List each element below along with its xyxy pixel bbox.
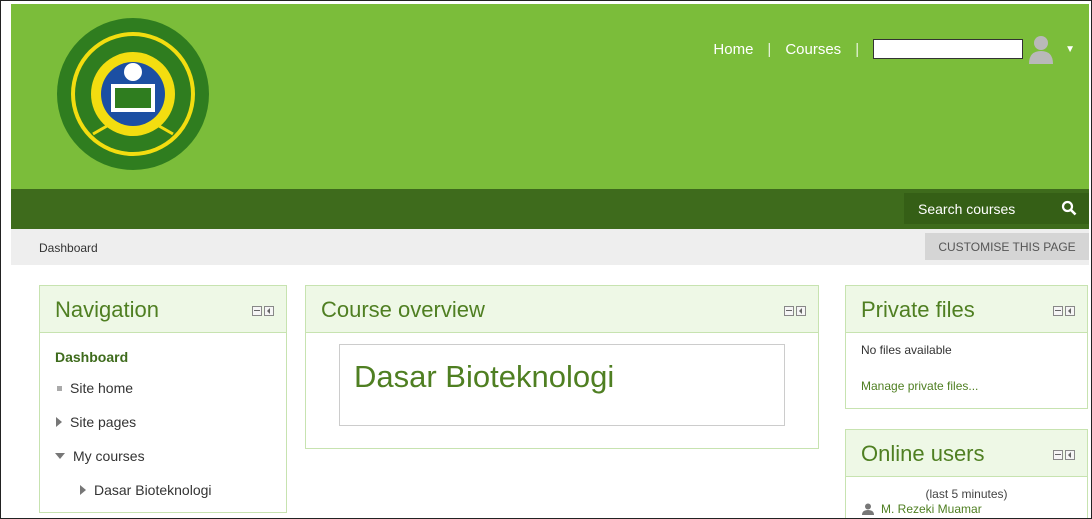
search-label: Search courses [918,200,1016,217]
block-controls [784,306,806,316]
browser-frame: Home | Courses | ▼ Search courses Dashbo… [0,0,1092,519]
collapse-arrow-icon [55,453,65,459]
online-period-text: (last 5 minutes) [925,487,1008,501]
nav-item-dashboard[interactable]: Dashboard [55,343,271,371]
block-title: Private files [861,297,975,322]
search-bar: Search courses [11,189,1089,229]
breadcrumb-bar: Dashboard CUSTOMISE THIS PAGE [11,229,1089,265]
block-header: Online users [846,430,1087,477]
bullet-icon [57,385,62,391]
course-card[interactable]: Dasar Bioteknologi [339,344,785,426]
online-users-body: (last 5 minutes) M. Rezeki Muamar [846,477,1087,518]
manage-private-files-link[interactable]: Manage private files... [861,379,978,393]
navigation-list: Dashboard Site home Site pages My course… [40,333,286,517]
block-header: Navigation [40,286,286,333]
private-files-block: Private files No files available Manage … [845,285,1088,409]
minimize-icon[interactable] [252,306,262,316]
minimize-icon[interactable] [784,306,794,316]
nav-separator: | [767,40,772,58]
block-title: Course overview [321,297,485,322]
dock-icon[interactable] [796,306,806,316]
top-navigation: Home | Courses | ▼ [713,34,1075,64]
online-users-block: Online users (last 5 minutes) M. Rezeki … [845,429,1088,518]
minimize-icon[interactable] [1053,306,1063,316]
block-controls [1053,450,1075,460]
expand-arrow-icon [56,417,62,427]
search-courses-button[interactable]: Search courses [904,193,1089,224]
nav-item-label: My courses [73,448,145,464]
dock-icon[interactable] [1065,450,1075,460]
nav-item-site-home[interactable]: Site home [55,371,271,405]
nav-separator: | [855,40,860,58]
private-files-body: No files available Manage private files.… [846,333,1087,425]
university-logo[interactable] [53,14,213,174]
search-icon [1061,200,1077,216]
course-title-link[interactable]: Dasar Bioteknologi [354,359,614,395]
home-link[interactable]: Home [713,41,753,58]
user-avatar-icon[interactable] [1027,34,1055,64]
dock-icon[interactable] [264,306,274,316]
nav-item-label: Dashboard [55,349,129,365]
nav-item-course[interactable]: Dasar Bioteknologi [55,473,271,507]
nav-item-label: Site pages [70,414,137,430]
navigation-block: Navigation Dashboard Site home Site page… [39,285,287,513]
dock-icon[interactable] [1065,306,1075,316]
courses-link[interactable]: Courses [785,41,841,58]
chevron-down-icon[interactable]: ▼ [1065,44,1075,55]
nav-item-label: Site home [70,380,134,396]
block-header: Private files [846,286,1087,333]
nav-item-label: Dasar Bioteknologi [94,482,212,498]
user-icon [862,503,874,515]
block-header: Course overview [306,286,818,333]
block-title: Online users [861,441,985,466]
site-header: Home | Courses | ▼ [11,4,1089,189]
online-user-name: M. Rezeki Muamar [881,502,982,516]
customise-page-button[interactable]: CUSTOMISE THIS PAGE [925,233,1089,260]
block-controls [252,306,274,316]
no-files-text: No files available [861,343,952,357]
nav-item-my-courses[interactable]: My courses [55,439,271,473]
expand-arrow-icon [80,485,86,495]
course-overview-block: Course overview Dasar Bioteknologi [305,285,819,449]
breadcrumb[interactable]: Dashboard [39,241,98,255]
online-user-item[interactable]: M. Rezeki Muamar [861,502,1072,516]
nav-item-site-pages[interactable]: Site pages [55,405,271,439]
user-name-box[interactable] [873,39,1024,59]
block-controls [1053,306,1075,316]
block-title: Navigation [55,297,159,322]
minimize-icon[interactable] [1053,450,1063,460]
